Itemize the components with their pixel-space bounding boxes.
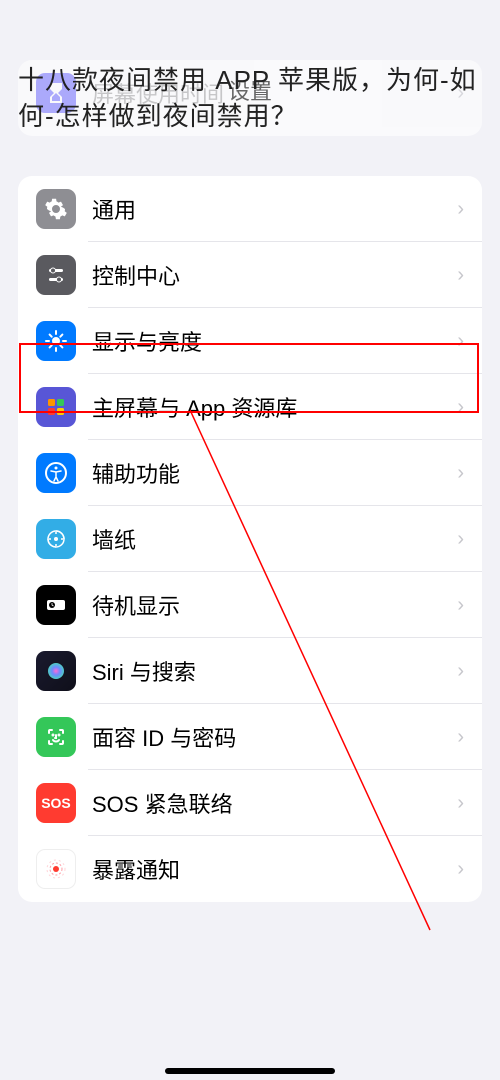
home-screen-row[interactable]: 主屏幕与 App 资源库 ›	[18, 374, 482, 440]
display-brightness-label: 显示与亮度	[92, 325, 457, 357]
sos-icon: SOS	[36, 783, 76, 823]
standby-icon	[36, 585, 76, 625]
home-screen-label: 主屏幕与 App 资源库	[92, 391, 457, 423]
general-label: 通用	[92, 193, 457, 225]
accessibility-icon	[36, 453, 76, 493]
exposure-label: 暴露通知	[92, 853, 457, 885]
gear-icon	[36, 189, 76, 229]
apps-icon	[36, 387, 76, 427]
accessibility-row[interactable]: 辅助功能 ›	[18, 440, 482, 506]
overlay-article-title: 十八款夜间禁用 APP 苹果版，为何-如何-怎样做到夜间禁用？	[18, 62, 490, 135]
faceid-icon	[36, 717, 76, 757]
exposure-icon	[36, 849, 76, 889]
main-settings-section: 通用 › 控制中心 › 显示与亮度 › 主屏幕与 App 资源库 › 辅助功能 …	[18, 176, 482, 902]
home-indicator[interactable]	[165, 1068, 335, 1074]
accessibility-label: 辅助功能	[92, 457, 457, 489]
chevron-right-icon: ›	[457, 858, 464, 881]
faceid-label: 面容 ID 与密码	[92, 721, 457, 753]
exposure-row[interactable]: 暴露通知 ›	[18, 836, 482, 902]
sliders-icon	[36, 255, 76, 295]
wallpaper-label: 墙纸	[92, 523, 457, 555]
chevron-right-icon: ›	[457, 462, 464, 485]
wallpaper-row[interactable]: 墙纸 ›	[18, 506, 482, 572]
chevron-right-icon: ›	[457, 792, 464, 815]
sos-label: SOS 紧急联络	[92, 787, 457, 819]
faceid-row[interactable]: 面容 ID 与密码 ›	[18, 704, 482, 770]
siri-icon	[36, 651, 76, 691]
general-row[interactable]: 通用 ›	[18, 176, 482, 242]
chevron-right-icon: ›	[457, 198, 464, 221]
control-center-row[interactable]: 控制中心 ›	[18, 242, 482, 308]
display-brightness-row[interactable]: 显示与亮度 ›	[18, 308, 482, 374]
siri-label: Siri 与搜索	[92, 655, 457, 687]
sun-icon	[36, 321, 76, 361]
standby-row[interactable]: 待机显示 ›	[18, 572, 482, 638]
sos-row[interactable]: SOS SOS 紧急联络 ›	[18, 770, 482, 836]
wallpaper-icon	[36, 519, 76, 559]
chevron-right-icon: ›	[457, 594, 464, 617]
chevron-right-icon: ›	[457, 726, 464, 749]
chevron-right-icon: ›	[457, 264, 464, 287]
chevron-right-icon: ›	[457, 660, 464, 683]
chevron-right-icon: ›	[457, 330, 464, 353]
control-center-label: 控制中心	[92, 259, 457, 291]
standby-label: 待机显示	[92, 589, 457, 621]
siri-row[interactable]: Siri 与搜索 ›	[18, 638, 482, 704]
chevron-right-icon: ›	[457, 528, 464, 551]
chevron-right-icon: ›	[457, 396, 464, 419]
